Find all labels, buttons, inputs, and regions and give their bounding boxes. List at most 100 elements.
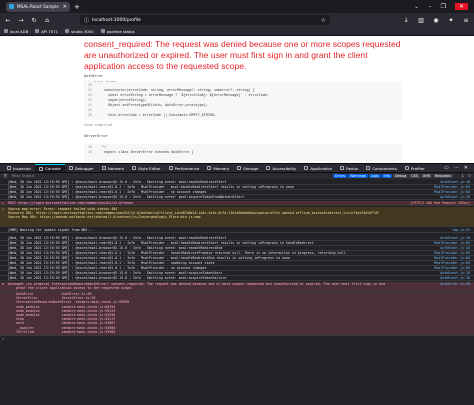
source-link[interactable]: MsalProvider.js:84	[434, 266, 470, 270]
code-line: 25	[88, 109, 93, 113]
filter-warnings[interactable]: Warnings	[348, 174, 368, 178]
filter-logs[interactable]: Logs	[368, 174, 381, 178]
maximize-button[interactable]: ❐	[441, 3, 446, 10]
more-options-icon[interactable]: ⋯	[454, 165, 459, 171]
source-link[interactable]: MsalProvider.js:84	[434, 251, 470, 255]
code-line: 24 Object.setPrototypeOf(this, AuthError…	[88, 104, 208, 108]
console-row[interactable]: [HMR] Waiting for update signal from WDS…	[0, 228, 474, 233]
application-icon	[304, 166, 309, 170]
warning-row[interactable]: ⚠ Source map error: Error: request failed…	[0, 207, 474, 227]
browser-tab[interactable]: MSAL-React Sample ✕	[6, 1, 70, 12]
settings-gear-icon[interactable]: ⚙	[468, 174, 471, 178]
tab-label: Style Editor	[138, 165, 161, 171]
code-line: 18 */	[88, 146, 107, 150]
extensions-icon[interactable]: ✦	[447, 17, 455, 24]
filter-info[interactable]: Info	[381, 174, 392, 178]
storage-icon	[237, 166, 242, 170]
bookmark-label: pipeline status	[106, 28, 135, 34]
console-row[interactable]: [Wed, 30 Jun 2021 13:19:59 GMT] : @azure…	[0, 276, 474, 281]
bookmark-item[interactable]: local ADB	[4, 29, 28, 34]
network-request-row[interactable]: ▸ POST https://login.microsoftonline.com/…	[0, 201, 474, 206]
back-icon[interactable]: ←	[4, 17, 12, 24]
source-link[interactable]: MsalProvider.js:84	[434, 256, 470, 260]
style-editor-icon	[132, 166, 137, 170]
bookmark-item[interactable]: pipeline status	[100, 28, 135, 34]
trash-icon[interactable]: 🗑	[3, 174, 8, 178]
library-icon[interactable]: ▥	[417, 17, 425, 24]
tab-strip: MSAL-React Sample ✕ + ⌄ – ❐ ✕	[0, 0, 474, 13]
bookmark-item[interactable]: studio 3000	[65, 29, 94, 34]
filter-output-input[interactable]: Filter Output	[12, 174, 35, 178]
error-stack-trace[interactable]: AuthError AuthError.ts:49 ServerError Se…	[0, 292, 474, 336]
tab-label: Redux	[346, 165, 359, 171]
code-line: 21 constructor(errorCode: string, errorM…	[88, 89, 255, 93]
close-devtools-icon[interactable]: ✕	[464, 165, 468, 171]
forward-icon[interactable]: →	[17, 17, 25, 24]
code-line: 19 export class ServerError extends Auth…	[88, 151, 194, 155]
page-info-icon[interactable]: ⓘ	[84, 17, 89, 24]
tab-label: Accessibility	[272, 165, 297, 171]
account-icon[interactable]: ◉	[432, 17, 440, 24]
source-link[interactable]: AuthEvent.js:16	[440, 276, 470, 280]
source-link[interactable]: AuthEvent.js:16	[440, 236, 470, 240]
filter-requests[interactable]: Requests	[433, 174, 453, 178]
filter-debug[interactable]: Debug	[392, 174, 409, 178]
code-line: 20	[88, 84, 93, 88]
filter-css[interactable]: CSS	[409, 174, 420, 178]
reload-icon[interactable]: ↻	[30, 17, 38, 24]
tab-label: Network	[107, 165, 125, 171]
menu-icon[interactable]: ≡	[462, 17, 470, 24]
tab-title: MSAL-React Sample	[17, 4, 59, 9]
error-name: AuthError	[84, 75, 104, 79]
list-tabs-icon[interactable]: ⌄	[414, 4, 418, 10]
tab-label: Storage	[243, 165, 259, 171]
close-window-button[interactable]: ✕	[454, 3, 468, 10]
source-code-block: 20 21 constructor(errorCode: string, err…	[84, 82, 402, 120]
code-line: 22 const errorString = errorMessage ? `$…	[88, 94, 269, 98]
filter-xhr[interactable]: XHR	[420, 174, 433, 178]
source-link[interactable]: AuthEvent.js:16	[440, 271, 470, 275]
bookmark-favicon-icon	[35, 29, 40, 33]
source-link[interactable]: log.js:24	[452, 228, 470, 232]
bookmark-item[interactable]: API 7071	[35, 29, 58, 34]
performance-icon	[168, 166, 173, 170]
source-link[interactable]: MsalProvider.js:84	[434, 241, 470, 245]
close-tab-icon[interactable]: ✕	[63, 4, 67, 10]
react-icon	[366, 166, 371, 170]
filter-errors[interactable]: Errors	[332, 174, 347, 178]
minimize-button[interactable]: –	[429, 3, 432, 10]
uncaught-error-row[interactable]: ⊗ Uncaught (in promise) InteractionRequir…	[0, 282, 474, 292]
new-tab-button[interactable]: +	[74, 3, 80, 11]
redux-icon	[340, 166, 345, 170]
view-compiled-link[interactable]: View compiled	[84, 124, 112, 128]
expand-arrow-icon[interactable]: ▸	[2, 201, 4, 205]
source-link[interactable]: MsalProvider.js:84	[434, 190, 470, 194]
source-link[interactable]: MsalProvider.js:84	[434, 185, 470, 189]
source-link[interactable]: AuthEvent.js:16	[440, 246, 470, 250]
tab-label: Console	[45, 166, 61, 171]
bookmark-label: studio 3000	[71, 28, 94, 34]
prompt-icon: »	[2, 337, 4, 341]
warning-icon: ⚠	[2, 207, 4, 211]
stack-frame-name: ServerError	[84, 135, 108, 139]
navigation-toolbar: ← → ↻ ⌂ ⓘ localhost:3000/profile ☆ ↓ ▥ ◉…	[0, 13, 474, 27]
source-link[interactable]: AuthEvent.js:16	[440, 180, 470, 184]
console-filter-bar: 🗑 Filter Output Errors Warnings Logs Inf…	[0, 172, 474, 179]
code-line: 26 this.errorCode = errorCode || Constan…	[88, 114, 216, 118]
responsive-design-icon[interactable]: ▭	[444, 165, 449, 171]
source-link[interactable]: AuthEvent.js:16	[440, 195, 470, 199]
bookmark-star-icon[interactable]: ☆	[321, 17, 326, 24]
url-text: localhost:3000/profile	[92, 17, 141, 23]
address-bar[interactable]: ⓘ localhost:3000/profile ☆	[80, 15, 330, 25]
source-code-block-2: 18 */ 19 export class ServerError extend…	[84, 144, 402, 162]
error-count-badge: 1	[461, 174, 464, 178]
home-icon[interactable]: ⌂	[43, 17, 51, 24]
bookmarks-toolbar: local ADB API 7071 studio 3000 pipeline …	[0, 27, 474, 36]
downloads-icon[interactable]: ↓	[402, 17, 410, 24]
source-link[interactable]: AuthError.ts:49	[440, 282, 470, 286]
source-link[interactable]: MsalProvider.js:84	[434, 261, 470, 265]
console-row[interactable]: [Wed, 30 Jun 2021 13:19:59 GMT] : @azure…	[0, 195, 474, 200]
code-line: 23 super(errorString);	[88, 99, 147, 103]
console-input[interactable]: »	[0, 337, 474, 345]
error-icon: ⊗	[2, 282, 4, 286]
